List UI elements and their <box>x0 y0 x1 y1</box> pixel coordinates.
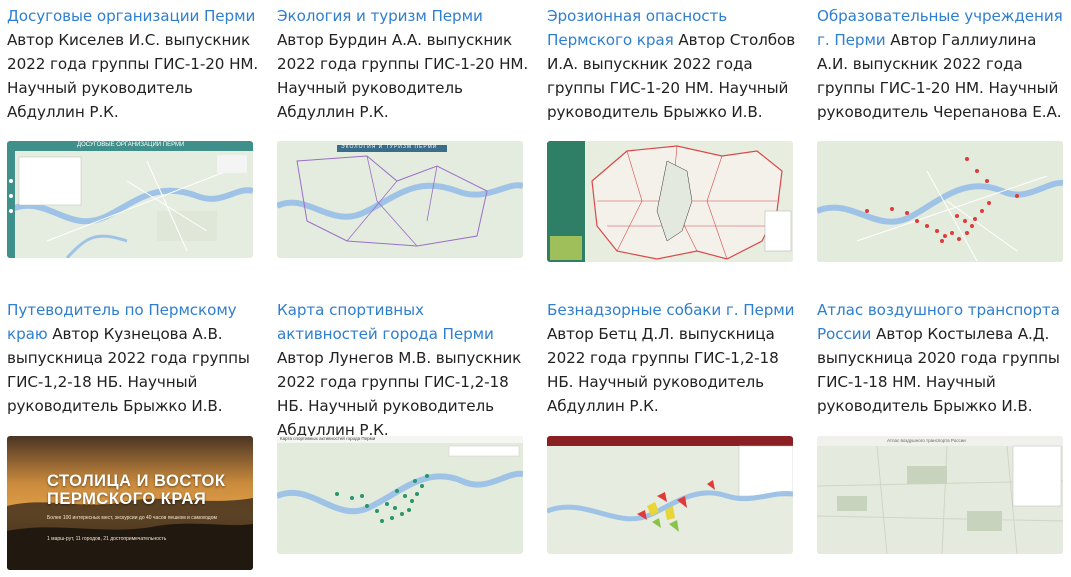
project-card: Атлас воздушного транспорта России Автор… <box>817 298 1069 418</box>
project-thumbnail[interactable]: Карта спортивных активностей города Перм… <box>277 436 523 554</box>
project-thumbnail[interactable]: ДОСУГОВЫЕ ОРГАНИЗАЦИИ ПЕРМИ <box>7 141 253 258</box>
card-text: Карта спортивных активностей города Перм… <box>277 298 529 442</box>
project-description: Автор Лунегов М.В. выпускник 2022 года г… <box>277 349 522 439</box>
projects-grid: Досуговые организации Перми Автор Киселе… <box>0 0 1071 577</box>
thumbnail-header: ДОСУГОВЫЕ ОРГАНИЗАЦИИ ПЕРМИ <box>77 142 185 148</box>
card-text: Безнадзорные собаки г. Перми Автор Бетц … <box>547 298 799 418</box>
map-thumbnail-image <box>547 436 793 554</box>
project-card: Образовательные учреждения г. Перми Авто… <box>817 4 1069 124</box>
thumbnail-header: Атлас воздушного транспорта России <box>887 438 966 443</box>
card-text: Экология и туризм Перми Автор Бурдин А.А… <box>277 4 529 124</box>
project-thumbnail[interactable] <box>547 436 793 554</box>
card-text: Путеводитель по Пермскому краю Автор Куз… <box>7 298 259 418</box>
project-card: Безнадзорные собаки г. Перми Автор Бетц … <box>547 298 799 418</box>
project-description: Автор Бетц Д.Л. выпускница 2022 года гру… <box>547 325 779 415</box>
project-description: Автор Бурдин А.А. выпускник 2022 года гр… <box>277 31 529 121</box>
card-text: Образовательные учреждения г. Перми Авто… <box>817 4 1069 124</box>
hero-meta: 1 марш-рут, 11 городов, 21 достопримечат… <box>47 536 167 542</box>
map-thumbnail-image <box>547 141 793 262</box>
thumbnail-header: Карта спортивных активностей города Перм… <box>280 436 376 441</box>
project-thumbnail[interactable] <box>547 141 793 262</box>
hero-subtitle: Более 100 интересных мест, экскурсии до … <box>47 515 217 521</box>
project-title-link[interactable]: Карта спортивных активностей города Перм… <box>277 301 494 343</box>
project-card: Путеводитель по Пермскому краю Автор Куз… <box>7 298 259 418</box>
thumbnail-header: ЭКОЛОГИЯ И ТУРИЗМ ПЕРМИ <box>341 144 438 150</box>
project-title-link[interactable]: Досуговые организации Перми <box>7 7 255 25</box>
hero-title: СТОЛИЦА И ВОСТОК ПЕРМСКОГО КРАЯ <box>47 472 226 508</box>
map-thumbnail-image <box>277 141 523 258</box>
project-card: Досуговые организации Перми Автор Киселе… <box>7 4 259 124</box>
project-card: Эрозионная опасность Пермского края Авто… <box>547 4 799 124</box>
project-card: Экология и туризм Перми Автор Бурдин А.А… <box>277 4 529 124</box>
project-description: Автор Киселев И.С. выпускник 2022 года г… <box>7 31 259 121</box>
card-text: Досуговые организации Перми Автор Киселе… <box>7 4 259 124</box>
map-thumbnail-image <box>7 141 253 258</box>
project-thumbnail[interactable] <box>817 141 1063 262</box>
project-thumbnail[interactable]: СТОЛИЦА И ВОСТОК ПЕРМСКОГО КРАЯ Более 100… <box>7 436 253 570</box>
card-text: Эрозионная опасность Пермского края Авто… <box>547 4 799 124</box>
project-thumbnail[interactable]: ЭКОЛОГИЯ И ТУРИЗМ ПЕРМИ <box>277 141 523 258</box>
project-card: Карта спортивных активностей города Перм… <box>277 298 529 442</box>
project-thumbnail[interactable]: Атлас воздушного транспорта России <box>817 436 1063 554</box>
map-thumbnail-image <box>817 141 1063 262</box>
card-text: Атлас воздушного транспорта России Автор… <box>817 298 1069 418</box>
map-thumbnail-image <box>817 436 1063 554</box>
project-title-link[interactable]: Экология и туризм Перми <box>277 7 483 25</box>
map-thumbnail-image <box>277 436 523 554</box>
project-title-link[interactable]: Безнадзорные собаки г. Перми <box>547 301 795 319</box>
